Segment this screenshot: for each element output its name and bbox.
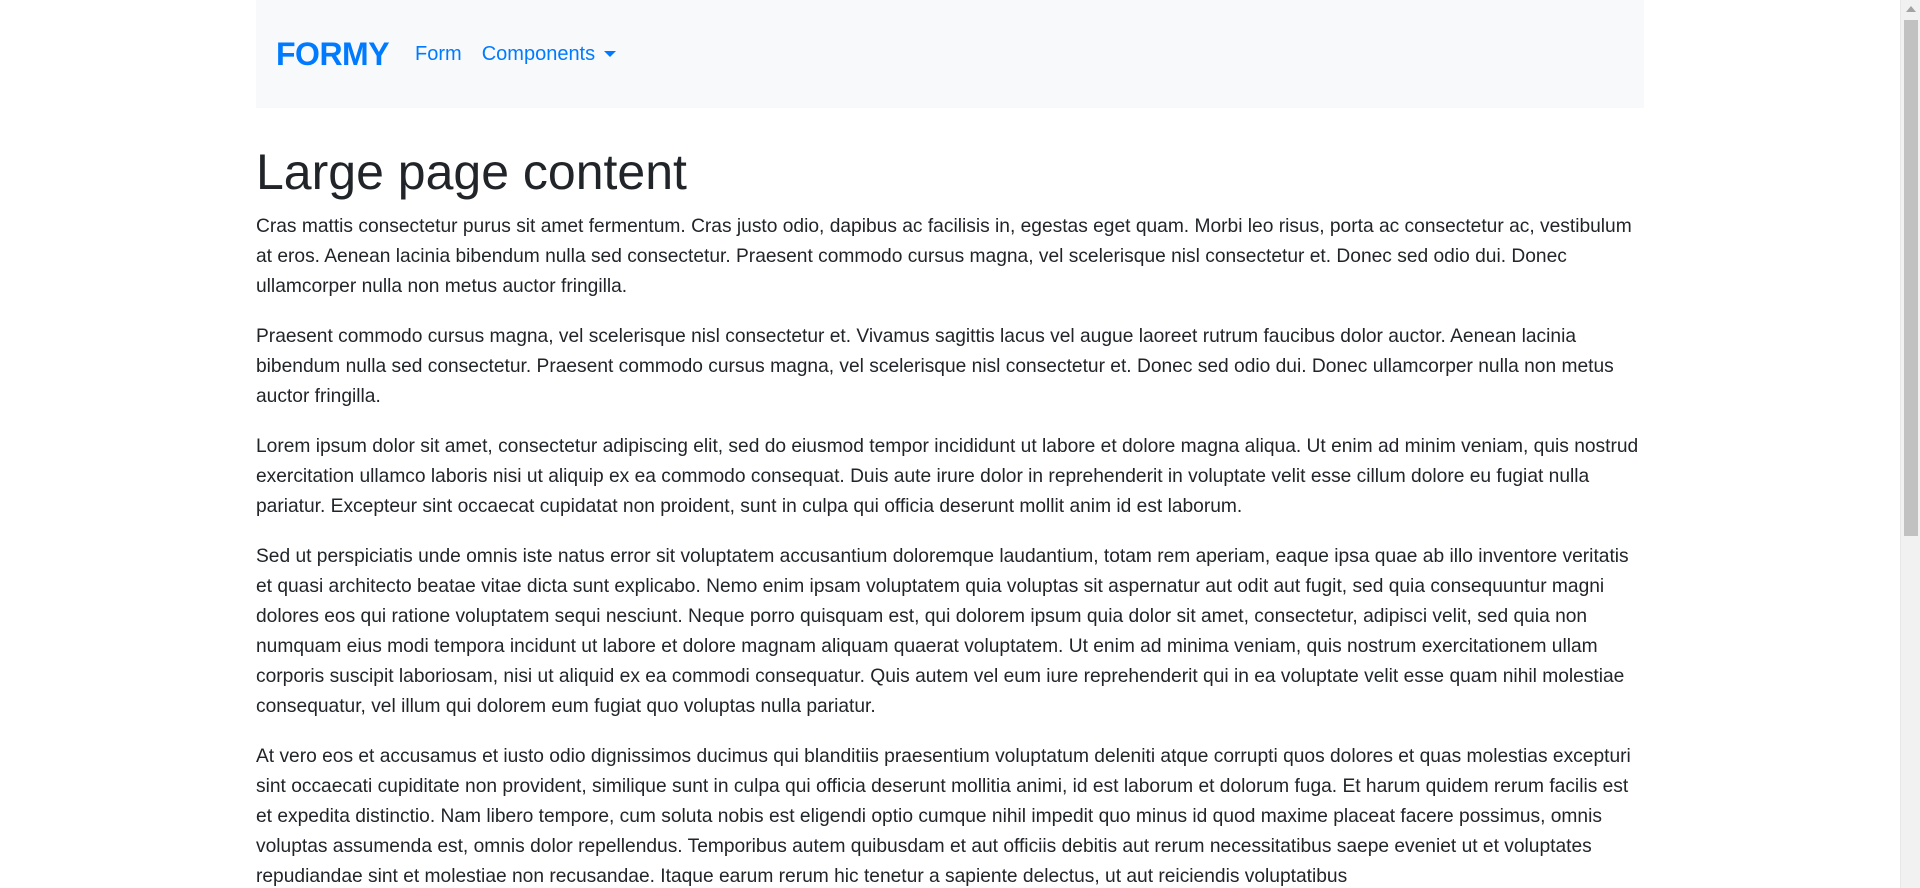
nav-dropdown-components[interactable]: Components (481, 42, 617, 66)
page-title: Large page content (256, 144, 687, 200)
vertical-scrollbar[interactable] (1900, 0, 1920, 888)
page-container: FORMY Form Components Large page content… (256, 0, 1644, 888)
paragraph-3: Lorem ipsum dolor sit amet, consectetur … (256, 436, 1639, 517)
browser-viewport: FORMY Form Components Large page content… (0, 0, 1920, 888)
paragraph-2: Praesent commodo cursus magna, vel scele… (256, 326, 1614, 407)
caret-down-icon (604, 51, 617, 57)
scrollbar-thumb[interactable] (1904, 20, 1918, 536)
navbar: FORMY Form Components (256, 0, 1644, 108)
nav-dropdown-components-label: Components (481, 42, 596, 65)
paragraph-5: At vero eos et accusamus et iusto odio d… (256, 746, 1631, 887)
scroll-up-arrow-icon[interactable] (1906, 6, 1916, 12)
nav-link-form[interactable]: Form (415, 43, 462, 66)
main-content: Large page content Cras mattis consectet… (256, 108, 1644, 888)
paragraph-1: Cras mattis consectetur purus sit amet f… (256, 216, 1632, 297)
brand-logo-link[interactable]: FORMY (276, 36, 390, 73)
paragraph-4: Sed ut perspiciatis unde omnis iste natu… (256, 546, 1629, 717)
